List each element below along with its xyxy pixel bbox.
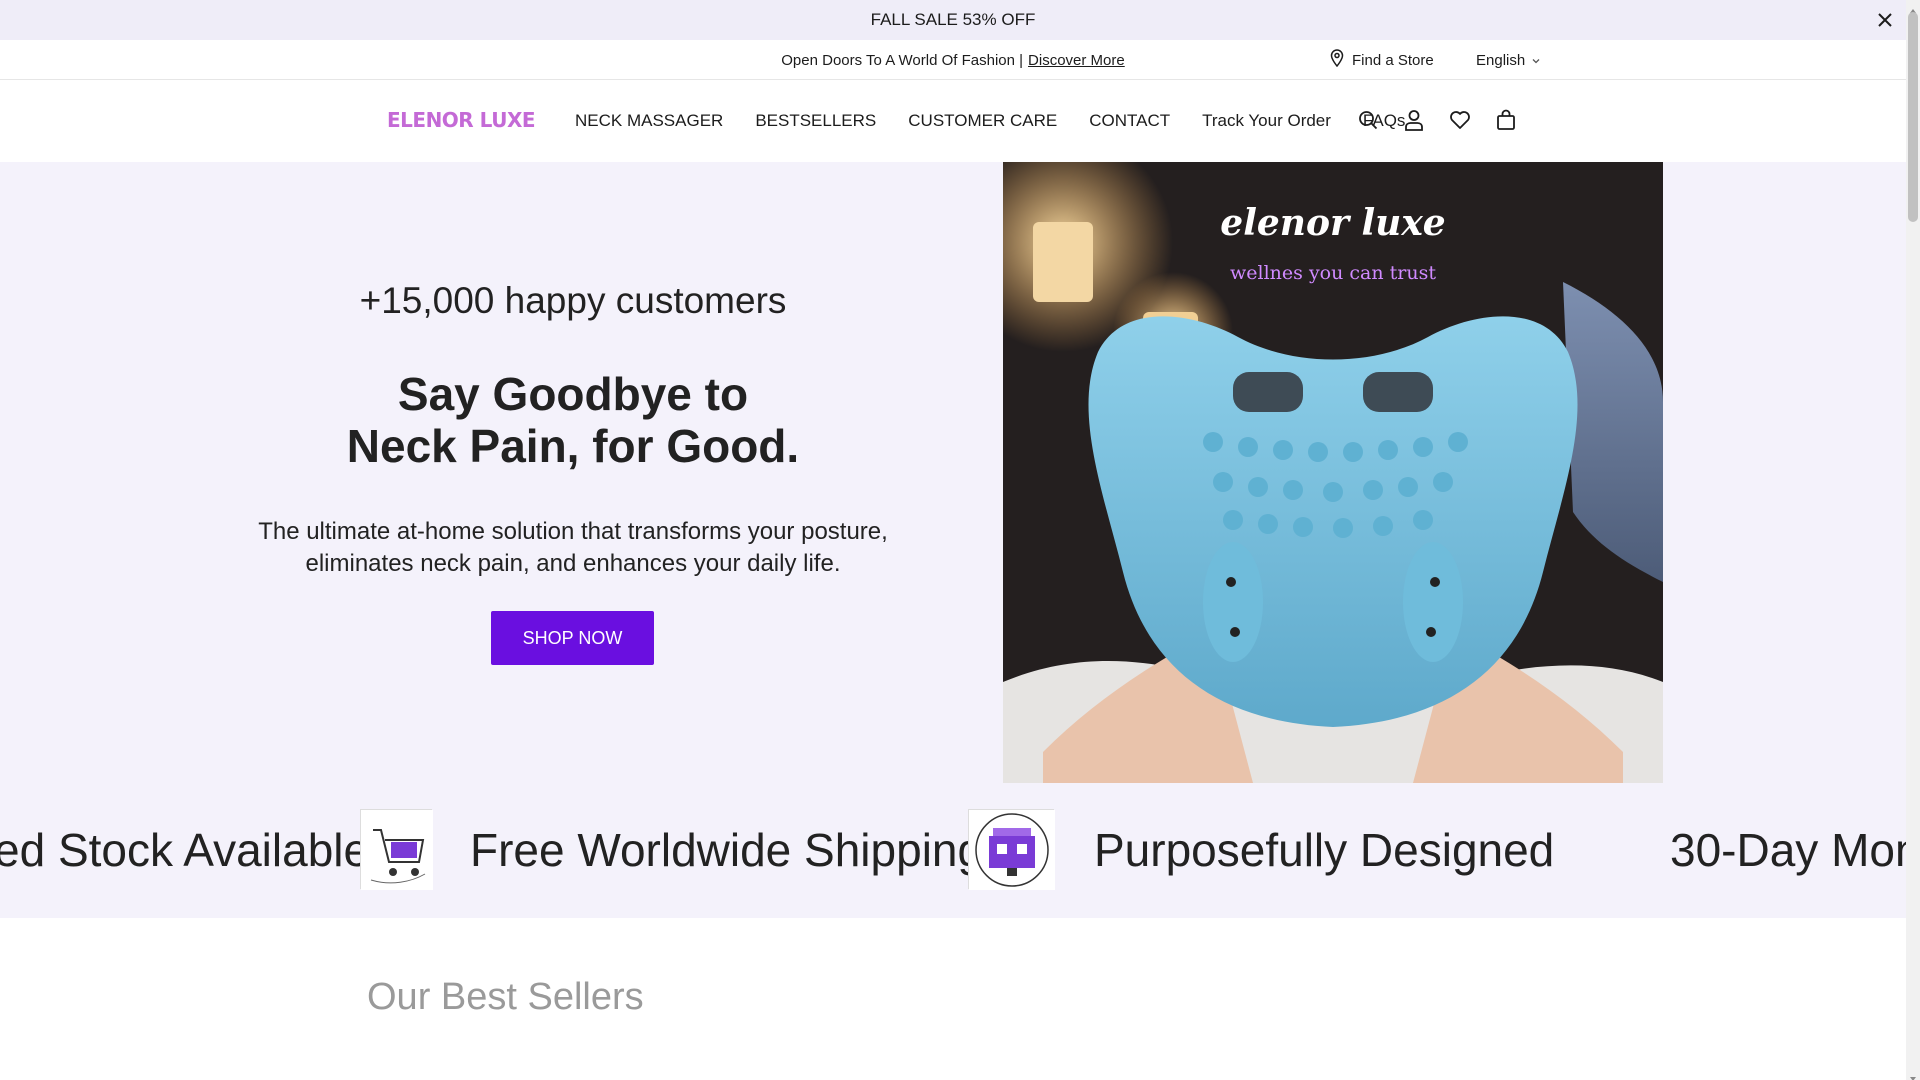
page: FALL SALE 53% OFF Open Doors To A World … xyxy=(0,0,1920,1080)
image-tagline: wellnes you can trust xyxy=(1230,262,1436,284)
cart-icon[interactable] xyxy=(1494,106,1518,134)
close-icon[interactable] xyxy=(1874,9,1896,31)
marquee-item: ed Stock Available xyxy=(0,824,370,876)
scroll-down-arrow-icon[interactable] xyxy=(1909,1070,1917,1080)
nav-customer-care[interactable]: CUSTOMER CARE xyxy=(908,111,1057,131)
promo-message: Open Doors To A World Of Fashion | Disco… xyxy=(0,40,1906,80)
language-selector[interactable]: English xyxy=(1476,40,1541,80)
hero-subtitle-line-2: eliminates neck pain, and enhances your … xyxy=(305,550,841,577)
announcement-text: FALL SALE 53% OFF xyxy=(870,10,1036,29)
page-scrollbar[interactable] xyxy=(1906,0,1920,1080)
marquee-item: Free Worldwide Shipping xyxy=(470,824,984,876)
hero-headline-line-2: Neck Pain, for Good. xyxy=(346,420,800,472)
search-icon[interactable] xyxy=(1356,106,1380,134)
online-store-icon xyxy=(968,809,1055,890)
heart-icon[interactable] xyxy=(1448,106,1472,134)
utility-bar: Open Doors To A World Of Fashion | Disco… xyxy=(0,40,1906,80)
hero-headline: Say Goodbye to Neck Pain, for Good. xyxy=(0,368,1146,472)
scrollbar-thumb[interactable] xyxy=(1908,12,1918,222)
hero-subtitle: The ultimate at-home solution that trans… xyxy=(0,516,1146,580)
location-pin-icon xyxy=(1330,49,1344,71)
hero-headline-line-1: Say Goodbye to xyxy=(397,368,749,420)
hero-kicker: +15,000 happy customers xyxy=(359,280,787,321)
marquee-item: Purposefully Designed xyxy=(1094,824,1555,876)
brand-logo[interactable]: ELENOR LUXE xyxy=(387,108,536,132)
nav-contact[interactable]: CONTACT xyxy=(1089,111,1170,131)
announcement-bar: FALL SALE 53% OFF xyxy=(0,0,1906,40)
chevron-down-icon xyxy=(1531,52,1541,69)
feature-marquee: ed Stock Available Free Worldwide Shippi… xyxy=(0,790,1906,910)
find-store-label: Find a Store xyxy=(1352,51,1434,69)
scroll-up-arrow-icon[interactable] xyxy=(1909,2,1917,13)
best-sellers-heading: Our Best Sellers xyxy=(367,976,644,1018)
find-store-link[interactable]: Find a Store xyxy=(1330,40,1434,80)
hero-subtitle-line-1: The ultimate at-home solution that trans… xyxy=(258,518,888,545)
image-brand-text: elenor luxe xyxy=(1220,202,1446,244)
hero-product-image: elenor luxe wellnes you can trust xyxy=(1003,162,1663,783)
account-icon[interactable] xyxy=(1402,106,1426,134)
main-nav: NECK MASSAGER BESTSELLERS CUSTOMER CARE … xyxy=(575,80,1405,162)
nav-track-order[interactable]: Track Your Order xyxy=(1202,111,1331,131)
nav-bestsellers[interactable]: BESTSELLERS xyxy=(755,111,876,131)
shop-now-button[interactable]: SHOP NOW xyxy=(491,611,654,665)
language-label: English xyxy=(1476,51,1526,69)
marquee-item: 30-Day Mone xyxy=(1670,824,1906,876)
nav-neck-massager[interactable]: NECK MASSAGER xyxy=(575,111,723,131)
header-icons xyxy=(1356,106,1518,134)
discover-more-link[interactable]: Discover More xyxy=(1028,52,1125,69)
shopping-cart-icon xyxy=(360,809,433,890)
site-header: ELENOR LUXE NECK MASSAGER BESTSELLERS CU… xyxy=(0,80,1906,162)
promo-text: Open Doors To A World Of Fashion | xyxy=(781,51,1024,69)
